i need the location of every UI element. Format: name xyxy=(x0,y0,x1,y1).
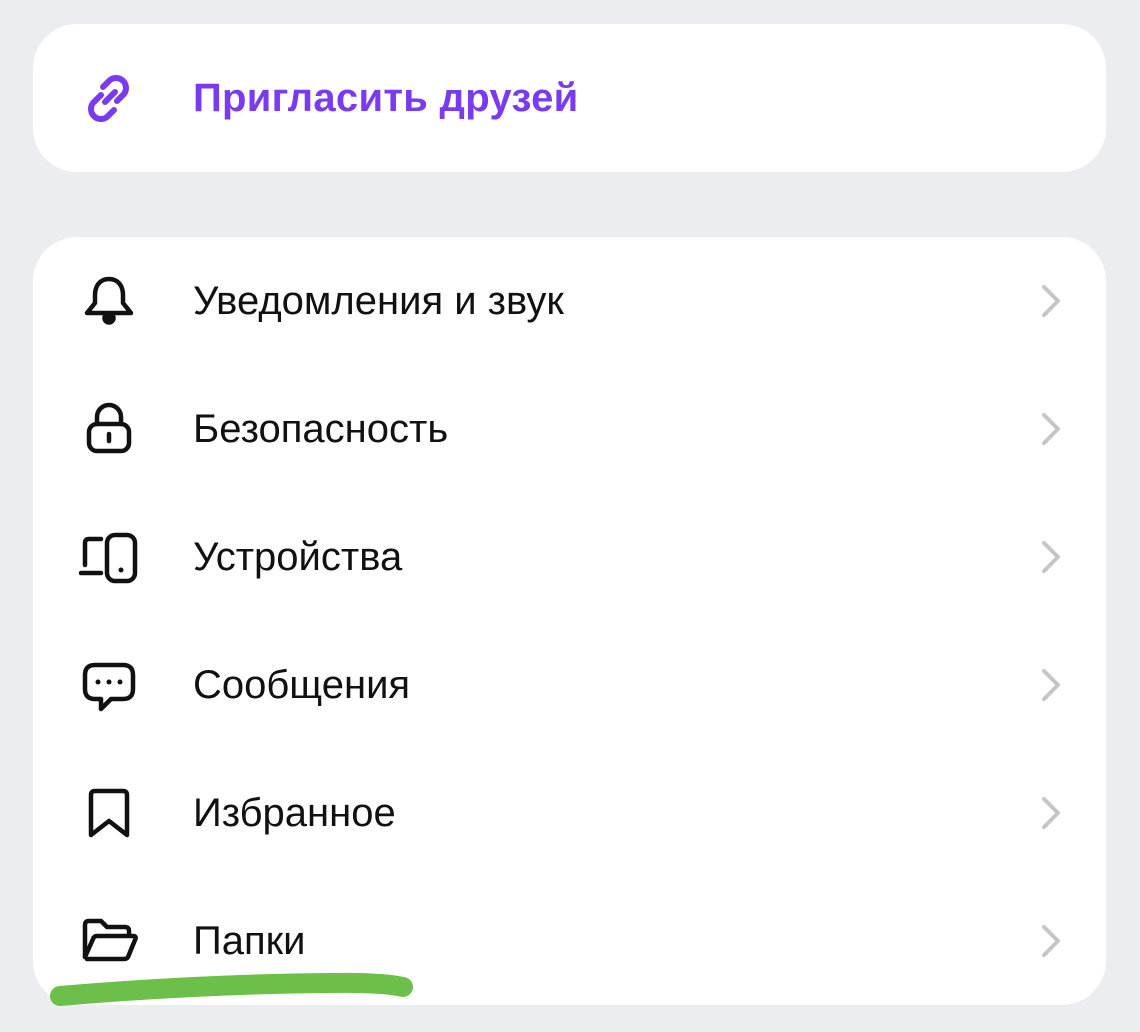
chat-bubble-icon xyxy=(77,653,141,717)
settings-item-folders[interactable]: Папки xyxy=(33,877,1106,1005)
devices-icon xyxy=(77,525,141,589)
settings-item-security[interactable]: Безопасность xyxy=(33,365,1106,493)
invite-friends-button[interactable]: Пригласить друзей xyxy=(33,34,1106,162)
invite-card: Пригласить друзей xyxy=(33,24,1106,172)
folder-icon xyxy=(77,909,141,973)
link-icon xyxy=(77,66,141,130)
chevron-right-icon xyxy=(1030,921,1070,961)
chevron-right-icon xyxy=(1030,665,1070,705)
settings-item-label: Сообщения xyxy=(193,663,411,707)
settings-item-messages[interactable]: Сообщения xyxy=(33,621,1106,749)
invite-friends-label: Пригласить друзей xyxy=(193,76,579,120)
bookmark-icon xyxy=(77,781,141,845)
settings-list: Уведомления и звук Безопасность Устройст… xyxy=(33,237,1106,1005)
settings-item-favorites[interactable]: Избранное xyxy=(33,749,1106,877)
settings-item-label: Безопасность xyxy=(193,407,449,451)
chevron-right-icon xyxy=(1030,537,1070,577)
chevron-right-icon xyxy=(1030,409,1070,449)
settings-item-label: Устройства xyxy=(193,535,403,579)
settings-item-label: Избранное xyxy=(193,791,396,835)
chevron-right-icon xyxy=(1030,793,1070,833)
bell-icon xyxy=(77,269,141,333)
settings-item-label: Уведомления и звук xyxy=(193,279,564,323)
lock-icon xyxy=(77,397,141,461)
chevron-right-icon xyxy=(1030,281,1070,321)
settings-item-devices[interactable]: Устройства xyxy=(33,493,1106,621)
settings-item-label: Папки xyxy=(193,919,306,963)
settings-item-notifications[interactable]: Уведомления и звук xyxy=(33,237,1106,365)
